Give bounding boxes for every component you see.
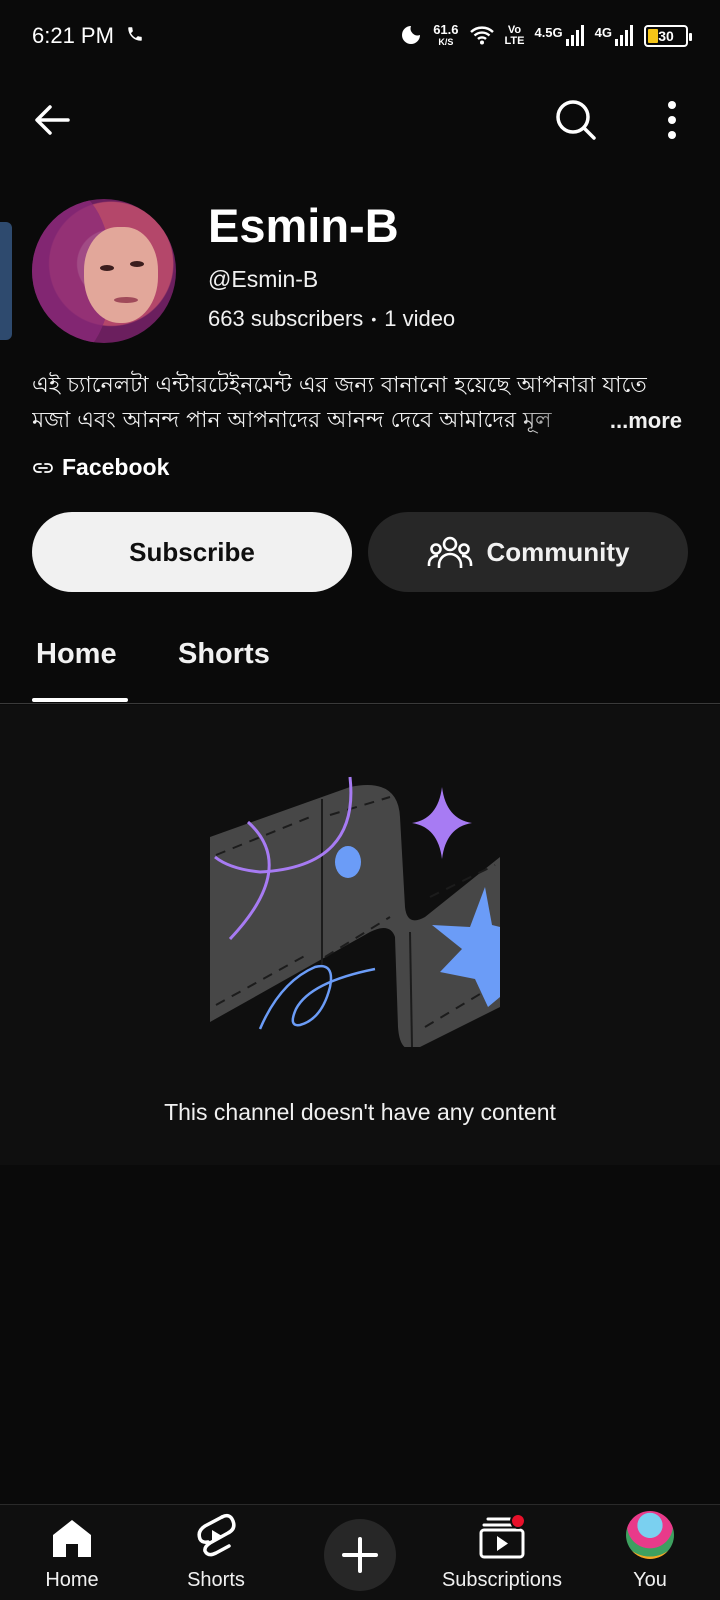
top-app-bar — [0, 82, 720, 158]
nav-home-label: Home — [45, 1569, 99, 1591]
volte-indicator: Vo LTE — [504, 24, 525, 47]
battery-indicator: 30 — [644, 25, 692, 47]
video-count: 1 video — [384, 306, 456, 331]
subscriber-count: 663 subscribers — [208, 306, 364, 331]
community-label: Community — [486, 536, 630, 567]
status-bar: 6:21 PM 61.6 K/S Vo LTE 4.5G 4G 30 — [0, 0, 720, 72]
moon-icon — [399, 23, 423, 50]
channel-description[interactable]: এই চ্যানেলটা এন্টারটেইনমেন্ট এর জন্য বান… — [32, 368, 692, 449]
channel-stats: 663 subscribers • 1 video — [208, 306, 455, 332]
channel-tabs: Home Shorts — [0, 626, 720, 704]
home-icon — [53, 1520, 91, 1557]
edge-handle[interactable] — [0, 222, 12, 340]
user-avatar — [626, 1511, 674, 1559]
channel-name: Esmin-B — [208, 199, 399, 252]
stats-separator: • — [371, 311, 377, 327]
status-time: 6:21 PM — [32, 23, 114, 48]
subscribe-button[interactable]: Subscribe — [32, 512, 352, 592]
nav-shorts[interactable]: Shorts — [166, 1505, 266, 1600]
arrow-left-icon — [35, 105, 70, 135]
create-button[interactable] — [324, 1519, 396, 1591]
plus-icon — [342, 1537, 378, 1573]
tab-shorts[interactable]: Shorts — [178, 638, 270, 671]
nav-home[interactable]: Home — [22, 1505, 122, 1600]
shorts-icon — [197, 1513, 236, 1557]
more-vertical-icon — [668, 101, 676, 139]
network-speed: 61.6 K/S — [433, 22, 459, 47]
wifi-icon — [469, 24, 495, 49]
active-tab-indicator — [32, 698, 128, 702]
nav-you-label: You — [633, 1569, 667, 1591]
notification-dot — [510, 1513, 526, 1529]
signal-strength-1: 4.5G — [534, 25, 584, 47]
signal-strength-2: 4G — [595, 25, 634, 47]
tab-home[interactable]: Home — [36, 638, 117, 671]
nav-subscriptions[interactable]: Subscriptions — [432, 1505, 572, 1600]
description-line-1: এই চ্যানেলটা এন্টারটেইনমেন্ট এর জন্য বান… — [32, 373, 647, 398]
search-button[interactable] — [552, 96, 600, 144]
empty-state-message: This channel doesn't have any content — [164, 1099, 556, 1125]
nav-you[interactable]: You — [600, 1505, 700, 1600]
facebook-link[interactable]: Facebook — [32, 454, 169, 481]
bottom-navigation: Home Shorts Subscriptions You — [0, 1504, 720, 1600]
more-description-link[interactable]: ...more — [610, 403, 682, 438]
channel-avatar[interactable] — [32, 199, 176, 343]
search-icon — [556, 100, 596, 140]
phone-call-icon — [126, 23, 144, 49]
empty-channel-illustration — [210, 776, 500, 1047]
back-button[interactable] — [30, 98, 74, 142]
nav-shorts-label: Shorts — [187, 1569, 245, 1591]
link-label: Facebook — [62, 454, 170, 480]
community-icon — [427, 536, 472, 568]
channel-handle: @Esmin-B — [208, 266, 319, 292]
link-icon — [33, 462, 53, 473]
more-options-button[interactable] — [650, 96, 694, 144]
description-line-2: মজা এবং আনন্দ পান আপনাদের আনন্দ দেবে আমা… — [32, 408, 552, 433]
community-button[interactable]: Community — [368, 512, 688, 592]
empty-state-panel: This channel doesn't have any content — [0, 705, 720, 1165]
nav-subscriptions-label: Subscriptions — [441, 1569, 563, 1591]
